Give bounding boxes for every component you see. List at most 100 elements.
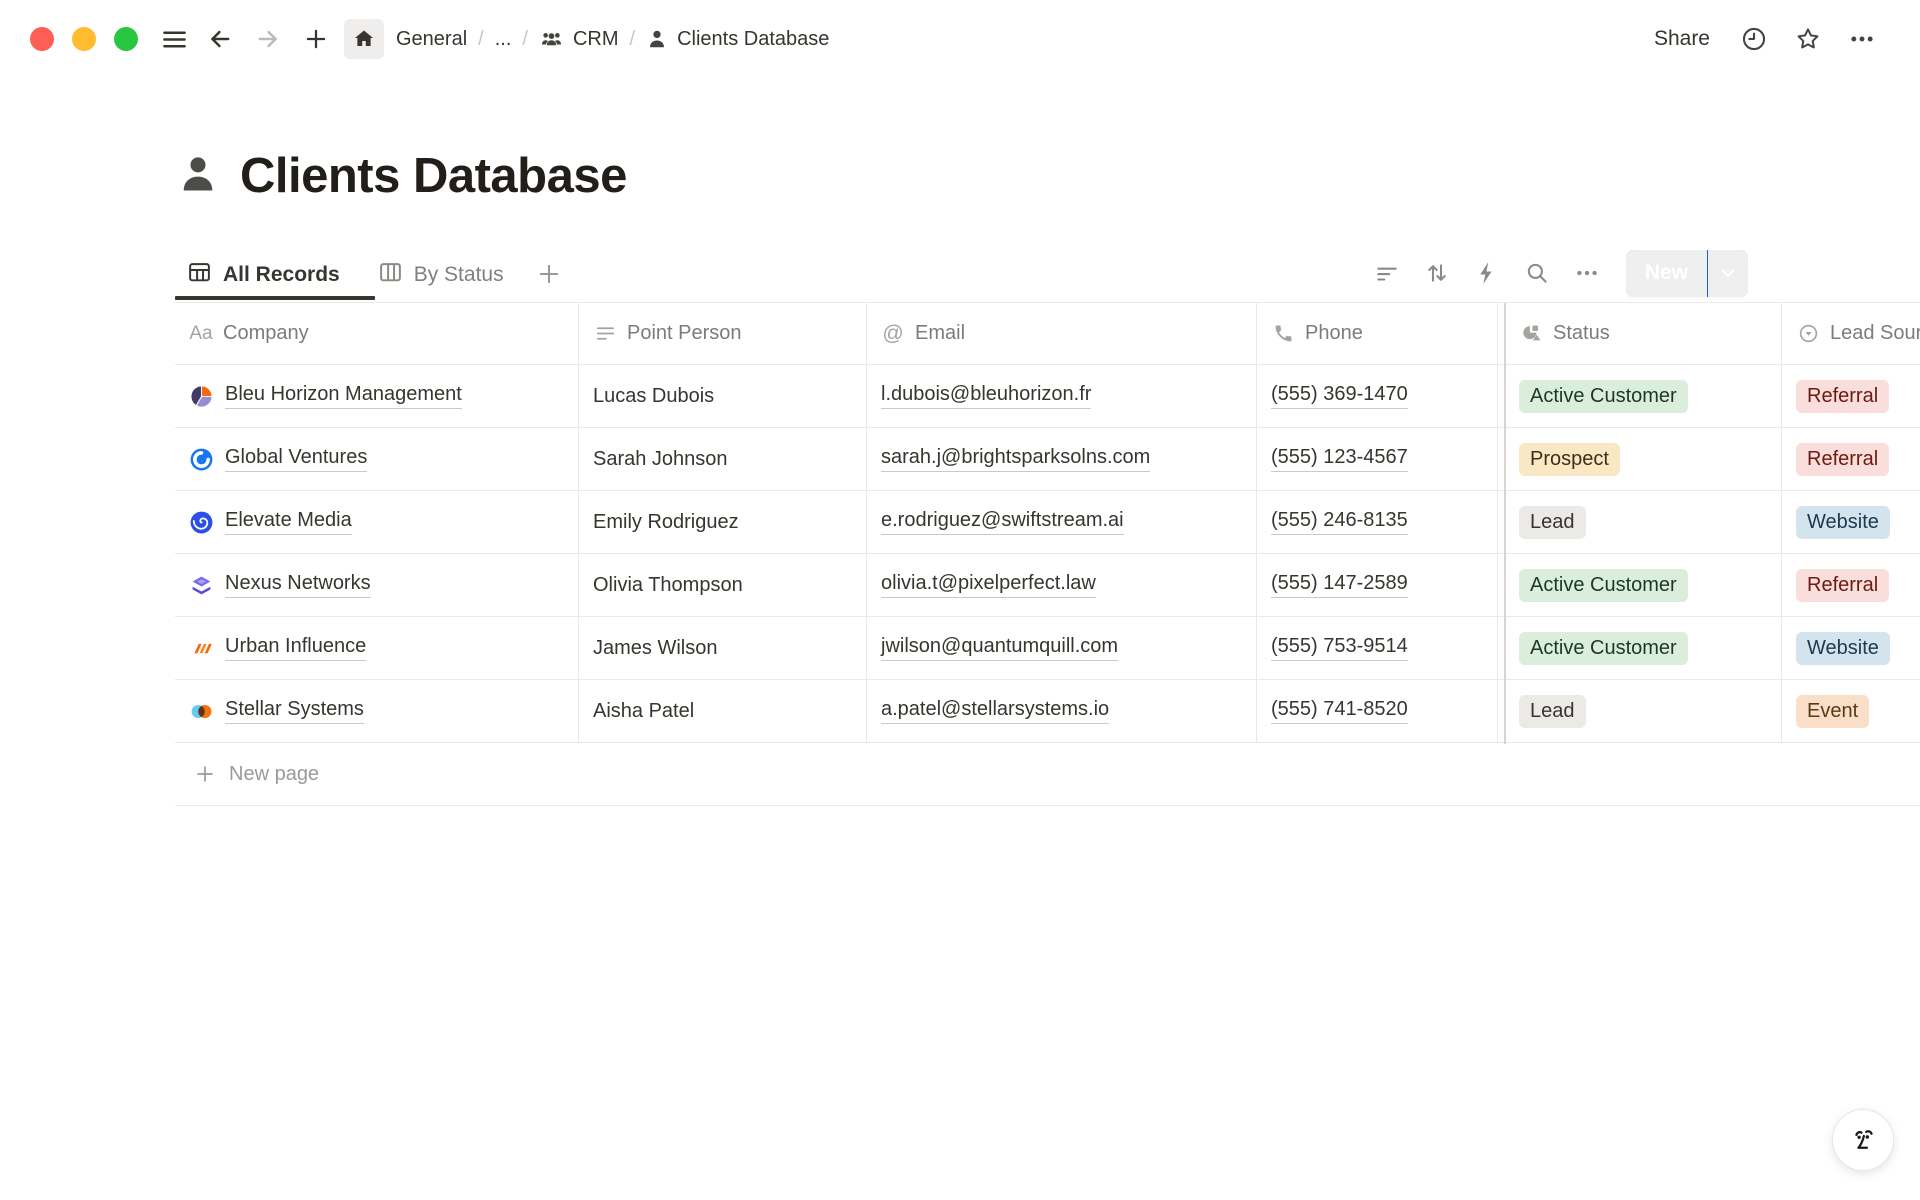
phone-cell[interactable]: (555) 741-8520 xyxy=(1257,680,1498,742)
share-button[interactable]: Share xyxy=(1644,21,1720,57)
phone-link[interactable]: (555) 741-8520 xyxy=(1271,698,1408,724)
zap-icon[interactable] xyxy=(1468,254,1506,292)
lead-source-cell[interactable]: Website xyxy=(1782,491,1920,553)
company-cell[interactable]: Bleu Horizon Management xyxy=(175,365,579,427)
email-cell[interactable]: jwilson@quantumquill.com xyxy=(867,617,1257,679)
phone-link[interactable]: (555) 147-2589 xyxy=(1271,572,1408,598)
table-row: Nexus Networks Olivia Thompson olivia.t@pi… xyxy=(175,554,1920,617)
phone-link[interactable]: (555) 753-9514 xyxy=(1271,635,1408,661)
breadcrumb-item[interactable]: Clients Database xyxy=(640,26,835,53)
company-cell[interactable]: Stellar Systems xyxy=(175,680,579,742)
blue-swirl-logo xyxy=(189,447,214,472)
table-row: Bleu Horizon Management Lucas Dubois l.dub… xyxy=(175,365,1920,428)
column-header-status[interactable]: Status xyxy=(1505,303,1782,364)
text-prop-icon xyxy=(593,322,617,345)
email-link[interactable]: jwilson@quantumquill.com xyxy=(881,635,1118,661)
zoom-window-button[interactable] xyxy=(114,27,138,51)
phone-link[interactable]: (555) 369-1470 xyxy=(1271,383,1408,409)
filter-icon[interactable] xyxy=(1368,254,1406,292)
phone-cell[interactable]: (555) 147-2589 xyxy=(1257,554,1498,616)
active-tab-underline xyxy=(175,296,375,300)
status-cell[interactable]: Active Customer xyxy=(1505,554,1782,616)
lead-source-cell[interactable]: Referral xyxy=(1782,554,1920,616)
forward-icon[interactable] xyxy=(248,19,288,59)
new-tab-plus-icon[interactable] xyxy=(296,19,336,59)
phone-link[interactable]: (555) 123-4567 xyxy=(1271,446,1408,472)
lead-source-cell[interactable]: Referral xyxy=(1782,428,1920,490)
email-cell[interactable]: l.dubois@bleuhorizon.fr xyxy=(867,365,1257,427)
email-link[interactable]: l.dubois@bleuhorizon.fr xyxy=(881,383,1091,409)
email-link[interactable]: sarah.j@brightsparksolns.com xyxy=(881,446,1150,472)
view-more-icon[interactable] xyxy=(1568,254,1606,292)
company-cell[interactable]: Global Ventures xyxy=(175,428,579,490)
status-cell[interactable]: Lead xyxy=(1505,680,1782,742)
company-cell[interactable]: Urban Influence xyxy=(175,617,579,679)
clients-database-table: AaCompanyPoint Person@EmailPhoneStatusLe… xyxy=(175,302,1920,806)
status-prop-icon xyxy=(1519,322,1543,345)
point-person-cell[interactable]: Sarah Johnson xyxy=(579,428,867,490)
column-header-company[interactable]: AaCompany xyxy=(175,303,579,364)
column-header-lead-source[interactable]: Lead Source xyxy=(1782,303,1920,364)
sidebar-menu-icon[interactable] xyxy=(154,19,194,59)
new-record-chevron-down-icon[interactable] xyxy=(1708,250,1748,297)
window-titlebar: General/.../CRM/Clients Database Share xyxy=(0,0,1920,78)
email-link[interactable]: a.patel@stellarsystems.io xyxy=(881,698,1109,724)
point-person-cell[interactable]: Lucas Dubois xyxy=(579,365,867,427)
breadcrumb-item[interactable]: General xyxy=(390,26,473,53)
company-cell[interactable]: Nexus Networks xyxy=(175,554,579,616)
new-page-button[interactable]: New page xyxy=(175,743,1920,806)
notion-ai-face-button[interactable] xyxy=(1832,1109,1894,1171)
new-record-button[interactable]: New xyxy=(1626,250,1707,297)
minimize-window-button[interactable] xyxy=(72,27,96,51)
page-edge-divider xyxy=(1504,303,1506,744)
lead-source-cell[interactable]: Referral xyxy=(1782,365,1920,427)
home-icon[interactable] xyxy=(344,19,384,59)
status-badge: Active Customer xyxy=(1519,569,1688,602)
tab-by-status[interactable]: By Status xyxy=(366,252,530,298)
email-cell[interactable]: a.patel@stellarsystems.io xyxy=(867,680,1257,742)
point-person-cell[interactable]: Olivia Thompson xyxy=(579,554,867,616)
status-cell[interactable]: Lead xyxy=(1505,491,1782,553)
company-name-link[interactable]: Bleu Horizon Management xyxy=(225,383,462,409)
breadcrumb-item[interactable]: ... xyxy=(489,26,518,53)
email-cell[interactable]: e.rodriguez@swiftstream.ai xyxy=(867,491,1257,553)
tab-all-records[interactable]: All Records xyxy=(175,252,366,298)
purple-layers-logo xyxy=(189,573,214,598)
email-cell[interactable]: sarah.j@brightsparksolns.com xyxy=(867,428,1257,490)
point-person-cell[interactable]: Emily Rodriguez xyxy=(579,491,867,553)
column-header-email[interactable]: @Email xyxy=(867,303,1257,364)
more-options-icon[interactable] xyxy=(1842,19,1882,59)
breadcrumb-item[interactable]: CRM xyxy=(533,26,625,53)
point-person-cell[interactable]: James Wilson xyxy=(579,617,867,679)
company-name-link[interactable]: Urban Influence xyxy=(225,635,366,661)
sort-icon[interactable] xyxy=(1418,254,1456,292)
phone-cell[interactable]: (555) 753-9514 xyxy=(1257,617,1498,679)
email-cell[interactable]: olivia.t@pixelperfect.law xyxy=(867,554,1257,616)
column-header-phone[interactable]: Phone xyxy=(1257,303,1498,364)
company-name-link[interactable]: Stellar Systems xyxy=(225,698,364,724)
company-name-link[interactable]: Global Ventures xyxy=(225,446,367,472)
search-icon[interactable] xyxy=(1518,254,1556,292)
company-cell[interactable]: Elevate Media xyxy=(175,491,579,553)
lead-source-cell[interactable]: Event xyxy=(1782,680,1920,742)
status-cell[interactable]: Active Customer xyxy=(1505,365,1782,427)
history-clock-icon[interactable] xyxy=(1734,19,1774,59)
company-name-link[interactable]: Nexus Networks xyxy=(225,572,371,598)
email-link[interactable]: e.rodriguez@swiftstream.ai xyxy=(881,509,1124,535)
column-header-point-person[interactable]: Point Person xyxy=(579,303,867,364)
company-name-link[interactable]: Elevate Media xyxy=(225,509,352,535)
back-icon[interactable] xyxy=(200,19,240,59)
phone-link[interactable]: (555) 246-8135 xyxy=(1271,509,1408,535)
phone-cell[interactable]: (555) 246-8135 xyxy=(1257,491,1498,553)
point-person-cell[interactable]: Aisha Patel xyxy=(579,680,867,742)
phone-cell[interactable]: (555) 369-1470 xyxy=(1257,365,1498,427)
phone-cell[interactable]: (555) 123-4567 xyxy=(1257,428,1498,490)
favorite-star-icon[interactable] xyxy=(1788,19,1828,59)
close-window-button[interactable] xyxy=(30,27,54,51)
status-cell[interactable]: Active Customer xyxy=(1505,617,1782,679)
table-row: Urban Influence James Wilson jwilson@quant… xyxy=(175,617,1920,680)
email-link[interactable]: olivia.t@pixelperfect.law xyxy=(881,572,1096,598)
lead-source-cell[interactable]: Website xyxy=(1782,617,1920,679)
add-view-plus-icon[interactable] xyxy=(532,257,566,294)
status-cell[interactable]: Prospect xyxy=(1505,428,1782,490)
